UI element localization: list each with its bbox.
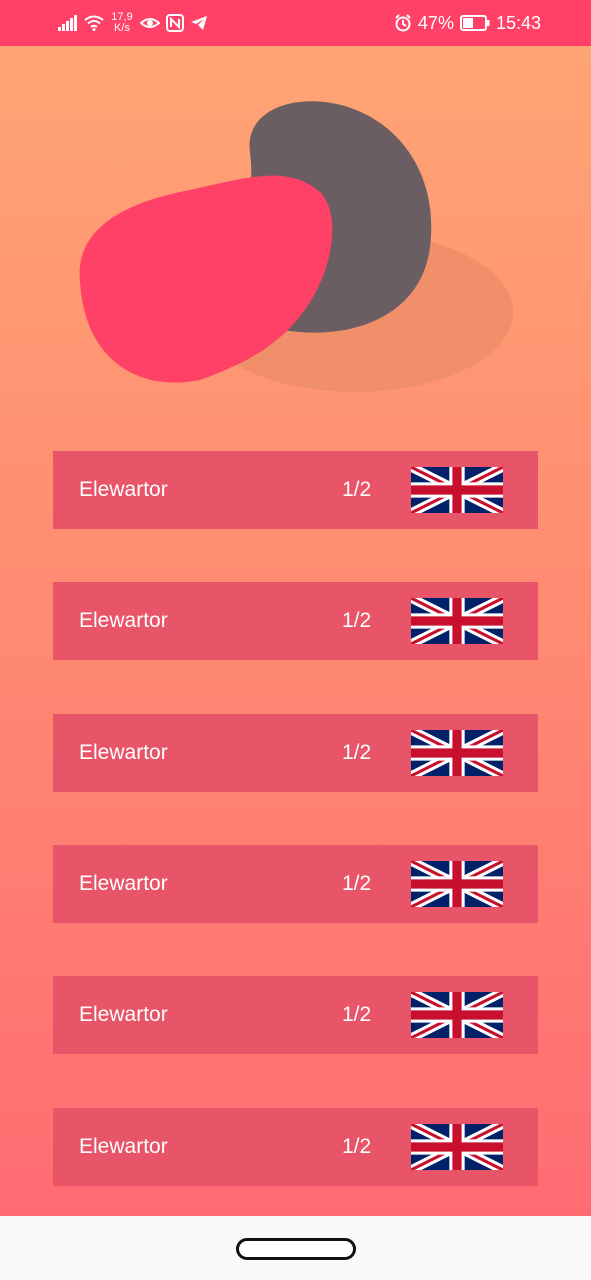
item-count: 1/2: [342, 609, 372, 632]
uk-flag-icon: [411, 467, 503, 513]
list-item[interactable]: Elewartor 1/2: [53, 451, 538, 529]
item-count: 1/2: [342, 1003, 372, 1026]
telegram-icon: [191, 16, 207, 30]
list-item[interactable]: Elewartor 1/2: [53, 845, 538, 923]
alarm-icon: [395, 14, 411, 32]
clock-time: 15:43: [495, 12, 541, 33]
hero-blob-illustration: [79, 101, 513, 392]
net-speed: 17,9 K/s: [110, 12, 134, 34]
system-nav-bar: [0, 1216, 591, 1280]
status-bar: 17,9 K/s 47% 15:43: [0, 0, 591, 46]
item-label: Elewartor: [79, 872, 168, 895]
wifi-icon: [84, 15, 104, 31]
battery-percent: 47%: [417, 12, 454, 33]
main-content: Elewartor 1/2 Elewartor 1/2 Elewartor 1/…: [0, 46, 591, 1216]
item-label: Elewartor: [79, 741, 168, 764]
list-item[interactable]: Elewartor 1/2: [53, 1108, 538, 1186]
item-label: Elewartor: [79, 478, 168, 501]
list-item[interactable]: Elewartor 1/2: [53, 582, 538, 660]
net-speed-unit: K/s: [114, 22, 130, 34]
eye-icon: [140, 18, 160, 28]
uk-flag-icon: [411, 1124, 503, 1170]
item-count: 1/2: [342, 1135, 372, 1158]
uk-flag-icon: [411, 598, 503, 644]
item-label: Elewartor: [79, 1003, 168, 1026]
item-label: Elewartor: [79, 609, 168, 632]
uk-flag-icon: [411, 730, 503, 776]
item-count: 1/2: [342, 741, 372, 764]
uk-flag-icon: [411, 992, 503, 1038]
status-bar-right: 47% 15:43: [394, 8, 541, 38]
item-label: Elewartor: [79, 1135, 168, 1158]
uk-flag-icon: [411, 861, 503, 907]
battery-icon: [459, 15, 490, 31]
signal-icon: [58, 15, 77, 31]
item-count: 1/2: [342, 872, 372, 895]
list-item[interactable]: Elewartor 1/2: [53, 714, 538, 792]
nfc-icon: [166, 14, 184, 32]
status-bar-left: 17,9 K/s: [58, 8, 208, 38]
home-gesture-bar[interactable]: [236, 1238, 356, 1260]
list-item[interactable]: Elewartor 1/2: [53, 976, 538, 1054]
item-count: 1/2: [342, 478, 372, 501]
